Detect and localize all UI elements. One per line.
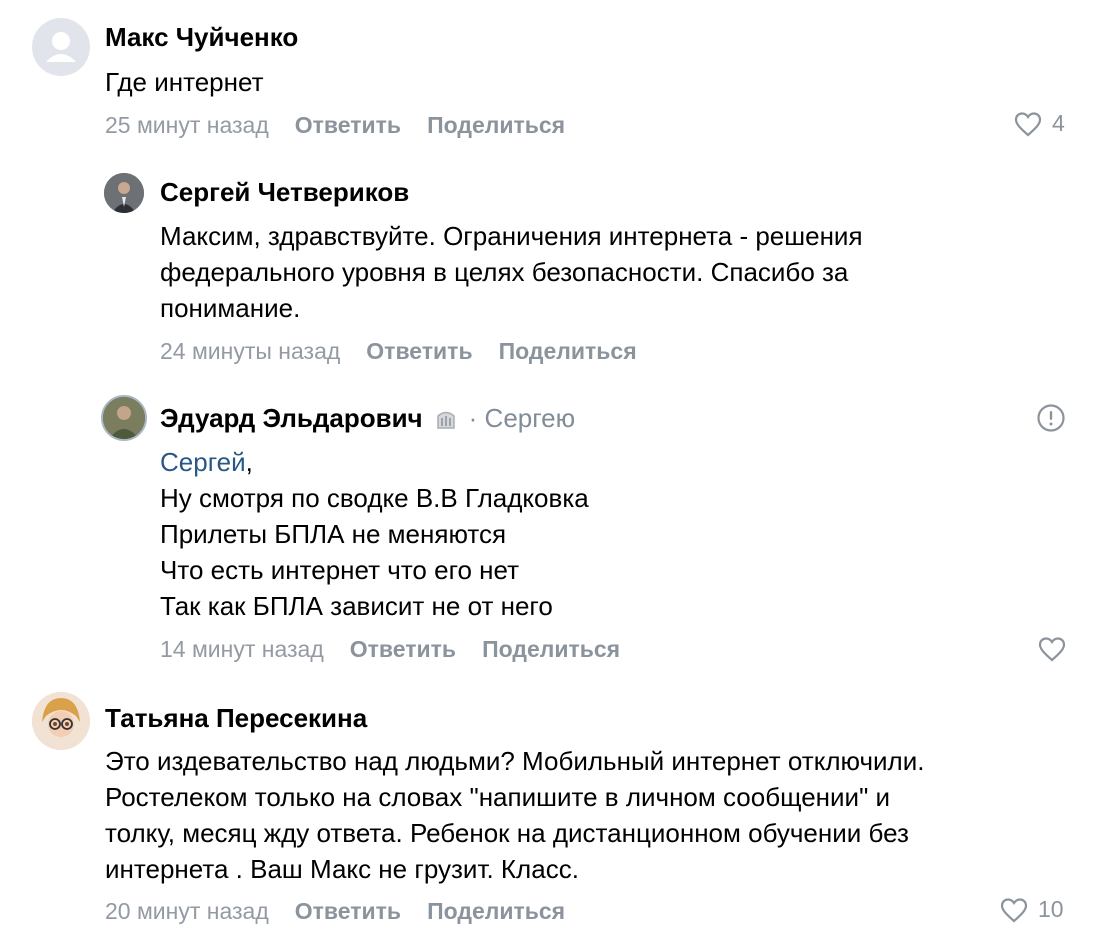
user-placeholder-icon [46,32,76,62]
comment-author[interactable]: Сергей Четвериков [160,177,409,208]
comment-text: Это издевательство над людьми? Мобильный… [105,746,925,884]
mention-link[interactable]: Сергей [160,447,246,477]
share-button[interactable]: Поделиться [499,338,637,365]
report-icon [1037,404,1065,432]
like-button[interactable] [1038,636,1066,662]
reply-button[interactable]: Ответить [295,112,401,139]
user-photo-icon [103,397,145,439]
heart-icon [1014,111,1042,136]
comment-author[interactable]: Макс Чуйченко [105,22,298,53]
comment-timestamp[interactable]: 14 минут назад [160,636,324,663]
comment-meta: 14 минут назад Ответить Поделиться [160,636,620,663]
heart-icon [1038,637,1066,662]
comment-timestamp[interactable]: 24 минуты назад [160,338,340,365]
avatar[interactable] [32,18,90,76]
share-button[interactable]: Поделиться [427,898,565,925]
comment-timestamp[interactable]: 25 минут назад [105,112,269,139]
like-count: 4 [1052,110,1065,136]
comment-text: Максим, здравствуйте. Ограничения интерн… [160,221,863,323]
heart-icon [1000,897,1028,922]
reply-button[interactable]: Ответить [295,898,401,925]
comment-meta: 20 минут назад Ответить Поделиться [105,898,565,925]
like-button[interactable]: 4 [1014,110,1065,137]
author-name[interactable]: Эдуард Эльдарович [160,403,423,434]
badge-icon [436,411,455,429]
avatar[interactable] [104,173,144,213]
reply-button[interactable]: Ответить [350,636,456,663]
comment-meta: 24 минуты назад Ответить Поделиться [160,338,637,365]
reply-button[interactable]: Ответить [366,338,472,365]
comment-text: Где интернет [105,67,264,97]
comment-text: Сергей, Ну смотря по сводке В.В Гладковк… [160,444,589,624]
user-photo-icon [32,692,90,750]
reply-to-label[interactable]: · Сергею [469,403,575,434]
share-button[interactable]: Поделиться [427,112,565,139]
comment-timestamp[interactable]: 20 минут назад [105,898,269,925]
like-count: 10 [1038,896,1064,922]
comment-author[interactable]: Татьяна Пересекина [105,703,367,734]
comment-author: Эдуард Эльдарович · Сергею [160,403,575,434]
user-photo-icon [104,173,144,213]
like-button[interactable]: 10 [1000,896,1064,923]
share-button[interactable]: Поделиться [482,636,620,663]
comment-meta: 25 минут назад Ответить Поделиться [105,112,565,139]
report-button[interactable] [1036,403,1066,433]
avatar[interactable] [32,692,90,750]
avatar[interactable] [101,395,147,441]
